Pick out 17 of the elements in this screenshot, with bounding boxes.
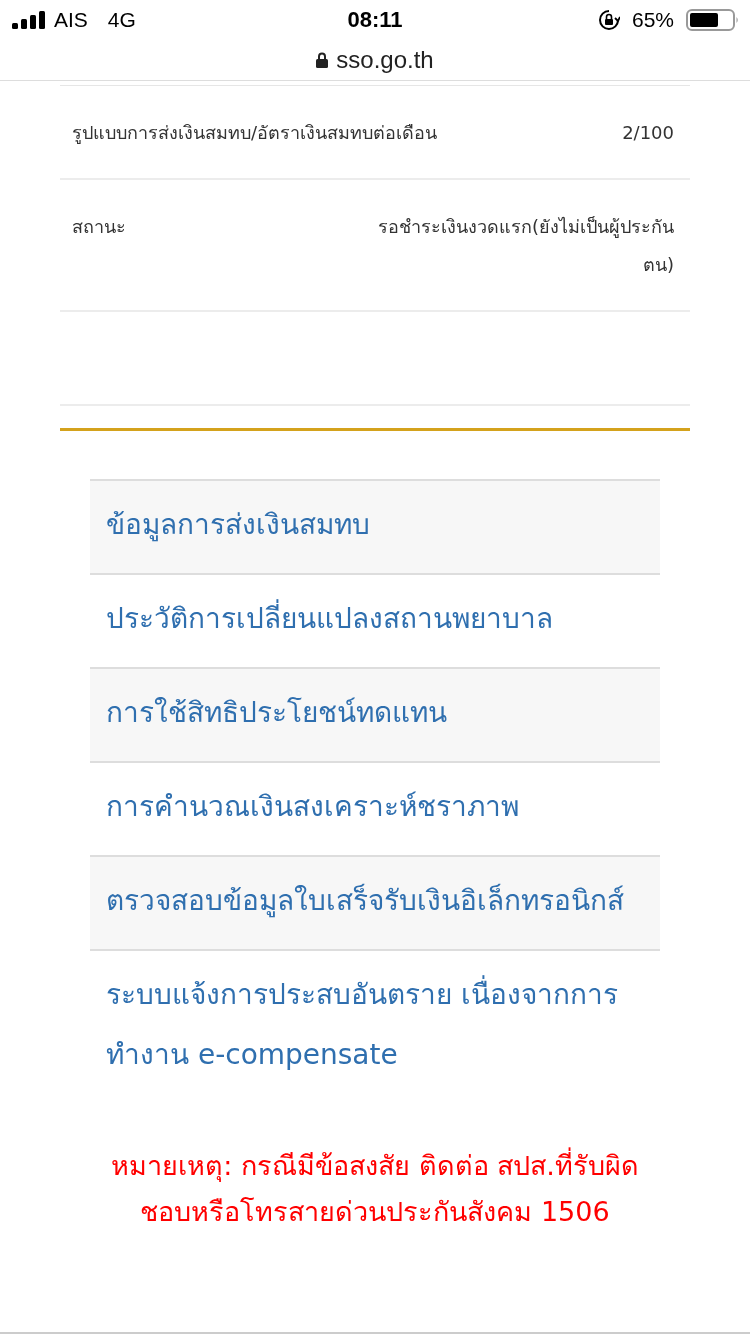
menu-link[interactable]: ตรวจสอบข้อมูลใบเสร็จรับเงินอิเล็กทรอนิกส์ [90, 857, 660, 951]
battery-icon [686, 9, 740, 31]
note-text: หมายเหตุ: กรณีมีข้อสงสัย ติดต่อ สปส.ที่รับผิดชอบหรือโทรสายด่วนประกันสังคม 1506 [90, 1143, 660, 1235]
carrier-name: AIS [54, 8, 88, 32]
clock-time: 08:11 [347, 7, 403, 33]
field-label: สถานะ [72, 215, 126, 239]
field-label: รูปแบบการส่งเงินสมทบ/อัตราเงินสมทบต่อเดือน [72, 121, 438, 146]
menu-link[interactable]: การใช้สิทธิประโยชน์ทดแทน [90, 669, 660, 763]
signal-icon [12, 11, 46, 29]
battery-percent: 65% [631, 8, 674, 32]
menu-link[interactable]: ข้อมูลการส่งเงินสมทบ [90, 481, 660, 575]
url-text[interactable]: sso.go.th [336, 46, 434, 74]
network-type: 4G [107, 8, 136, 32]
field-value: 2/100 [622, 121, 674, 145]
lock-icon [316, 52, 329, 68]
field-value: รอชำระเงินงวดแรก(ยังไม่เป็นผู้ประกันตน) [376, 215, 674, 277]
rotation-lock-icon [597, 9, 620, 31]
